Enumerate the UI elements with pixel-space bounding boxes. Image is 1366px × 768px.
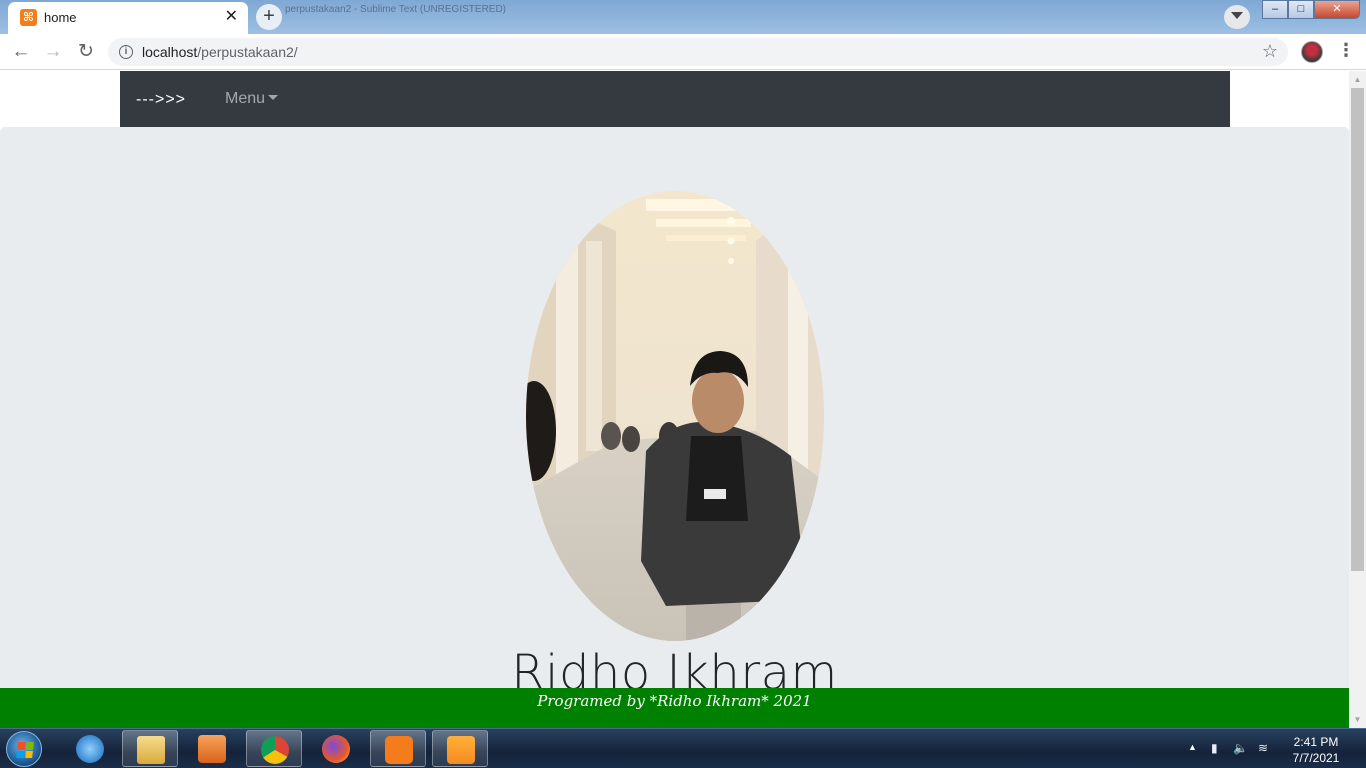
page-scrollbar[interactable]: ▲ ▼ bbox=[1349, 71, 1366, 728]
back-arrow-icon[interactable]: ← bbox=[9, 40, 33, 64]
clock-date: 7/7/2021 bbox=[1292, 751, 1340, 765]
sublime-text-icon bbox=[447, 736, 475, 764]
xampp-favicon-icon: ⌘ bbox=[20, 9, 37, 26]
chrome-menu-icon[interactable]: ⋮ bbox=[1337, 40, 1355, 61]
scroll-thumb[interactable] bbox=[1351, 88, 1364, 571]
forward-arrow-icon[interactable]: → bbox=[41, 40, 65, 64]
footer-text: Programed by *Ridho Ikhram* 2021 bbox=[537, 692, 812, 710]
background-window-title: perpustakaan2 - Sublime Text (UNREGISTER… bbox=[285, 4, 507, 15]
tray-expand-icon[interactable]: ▲ bbox=[1188, 742, 1197, 752]
windows-logo-icon bbox=[16, 742, 34, 758]
taskbar-chrome[interactable] bbox=[246, 730, 302, 767]
url-host: localhost bbox=[142, 44, 198, 60]
web-page: Ridho Ikhram --->>> Menu Programed by *R… bbox=[0, 71, 1349, 728]
screen: perpustakaan2 - Sublime Text (UNREGISTER… bbox=[0, 0, 1366, 768]
new-tab-button[interactable]: + bbox=[256, 4, 282, 30]
taskbar-internet-explorer[interactable] bbox=[62, 730, 118, 767]
bookmark-star-icon[interactable]: ☆ bbox=[1262, 41, 1278, 62]
taskbar-xampp[interactable] bbox=[370, 730, 426, 767]
caret-down-icon bbox=[268, 95, 279, 100]
scroll-up-arrow-icon[interactable]: ▲ bbox=[1349, 71, 1366, 88]
taskbar-sublime-text[interactable] bbox=[432, 730, 488, 767]
taskbar-file-explorer[interactable] bbox=[122, 730, 178, 767]
windows-taskbar: ▲ ▮ 🔈 ≋ 2:41 PM 7/7/2021 bbox=[0, 728, 1366, 768]
jumbotron: Ridho Ikhram bbox=[0, 127, 1349, 728]
menu-dropdown[interactable]: Menu bbox=[225, 90, 279, 108]
url-path: /perpustakaan2/ bbox=[197, 44, 298, 60]
navbar-brand[interactable]: --->>> bbox=[136, 91, 186, 109]
url-text[interactable]: localhost/perpustakaan2/ bbox=[142, 44, 298, 60]
scroll-down-arrow-icon[interactable]: ▼ bbox=[1349, 711, 1366, 728]
firefox-icon bbox=[322, 735, 350, 763]
taskbar-firefox[interactable] bbox=[308, 730, 364, 767]
start-button[interactable] bbox=[6, 731, 42, 767]
profile-photo bbox=[526, 191, 824, 641]
site-info-icon[interactable]: i bbox=[119, 45, 133, 59]
profile-photo-illustration bbox=[526, 191, 824, 641]
internet-explorer-icon bbox=[76, 735, 104, 763]
address-bar[interactable]: i localhost/perpustakaan2/ ☆ bbox=[108, 38, 1288, 66]
volume-icon[interactable]: 🔈 bbox=[1233, 741, 1248, 755]
browser-tab-strip: perpustakaan2 - Sublime Text (UNREGISTER… bbox=[0, 0, 1366, 34]
window-close-button[interactable]: ✕ bbox=[1314, 0, 1360, 19]
maximize-button[interactable]: □ bbox=[1288, 0, 1314, 19]
tab-title: home bbox=[44, 10, 77, 25]
media-player-icon bbox=[198, 735, 226, 763]
chrome-icon bbox=[261, 736, 289, 764]
window-controls: – □ ✕ bbox=[1262, 0, 1360, 19]
tab-close-icon[interactable]: ✕ bbox=[225, 8, 238, 26]
profile-avatar[interactable] bbox=[1301, 41, 1323, 63]
minimize-button[interactable]: – bbox=[1262, 0, 1288, 19]
network-icon[interactable]: ≋ bbox=[1258, 741, 1272, 755]
site-navbar: --->>> Menu bbox=[120, 71, 1230, 127]
clock-time: 2:41 PM bbox=[1293, 735, 1339, 749]
tab-home[interactable]: ⌘ home ✕ bbox=[8, 2, 248, 34]
taskbar-media-player[interactable] bbox=[184, 730, 240, 767]
xampp-icon bbox=[385, 736, 413, 764]
system-clock[interactable]: 2:41 PM 7/7/2021 bbox=[1278, 734, 1354, 766]
reload-icon[interactable]: ↻ bbox=[74, 40, 98, 64]
folder-icon bbox=[137, 736, 165, 764]
site-footer: Programed by *Ridho Ikhram* 2021 bbox=[0, 688, 1349, 728]
battery-icon[interactable]: ▮ bbox=[1211, 741, 1225, 755]
browser-toolbar: ← → ↻ i localhost/perpustakaan2/ ☆ bbox=[0, 34, 1366, 70]
menu-label: Menu bbox=[225, 90, 266, 107]
tab-search-button[interactable] bbox=[1224, 5, 1250, 29]
